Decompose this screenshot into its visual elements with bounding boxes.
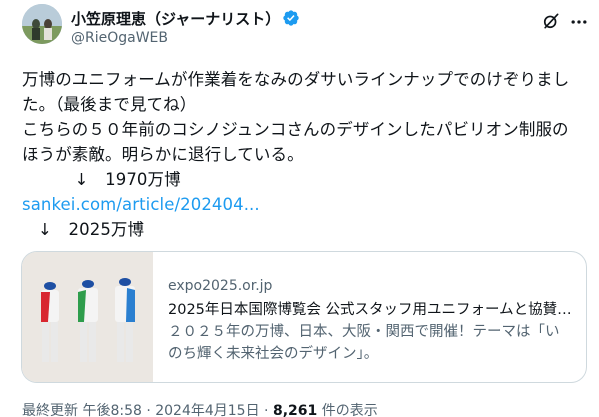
tweet-text-line: ↓ 2025万博	[38, 220, 145, 239]
tweet-text-line: た。（最後まで見てね）	[22, 95, 197, 114]
card-description: ２０２５年の万博、日本、大阪・関西で開催！テーマは「い	[168, 324, 560, 340]
link-preview-card[interactable]: expo2025.or.jp 2025年日本国際博覧会 公式スタッフ用ユニフォー…	[21, 251, 587, 383]
more-options-icon[interactable]	[569, 12, 589, 32]
card-description: のち輝く未来社会のデザイン」。	[168, 346, 379, 362]
tweet-meta: 最終更新 午後8:58 · 2024年4月15日 · 8,261 件の表示	[22, 400, 378, 417]
author-display-name[interactable]: 小笠原理恵（ジャーナリスト）	[71, 8, 280, 29]
author-handle[interactable]: @RieOgaWEB	[71, 30, 168, 46]
tweet-link[interactable]: sankei.com/article/202404...	[22, 195, 260, 215]
tweet-text-line: こちらの５０年前のコシノジュンコさんのデザインしたパビリオン制服の	[22, 120, 569, 139]
tweet-text-line: 万博のユニフォームが作業着をなみのダサいラインナップでのけぞりまし	[22, 70, 570, 89]
card-domain: expo2025.or.jp	[168, 278, 273, 294]
tweet-text-line: ↓ 1970万博	[58, 170, 181, 189]
verified-badge-icon	[283, 10, 299, 26]
card-title: 2025年日本国際博覧会 公式スタッフ用ユニフォームと協賛企業を発表	[168, 302, 573, 318]
avatar[interactable]	[22, 4, 62, 44]
view-count: 8,261	[272, 403, 318, 417]
timestamp[interactable]: 最終更新 午後8:58 · 2024年4月15日 ·	[22, 403, 273, 417]
grok-icon[interactable]	[541, 11, 561, 31]
card-image	[22, 252, 153, 382]
tweet-text-line: ほうが素敵。明らかに退行している。	[22, 145, 304, 164]
views-label: 件の表示	[317, 403, 378, 417]
